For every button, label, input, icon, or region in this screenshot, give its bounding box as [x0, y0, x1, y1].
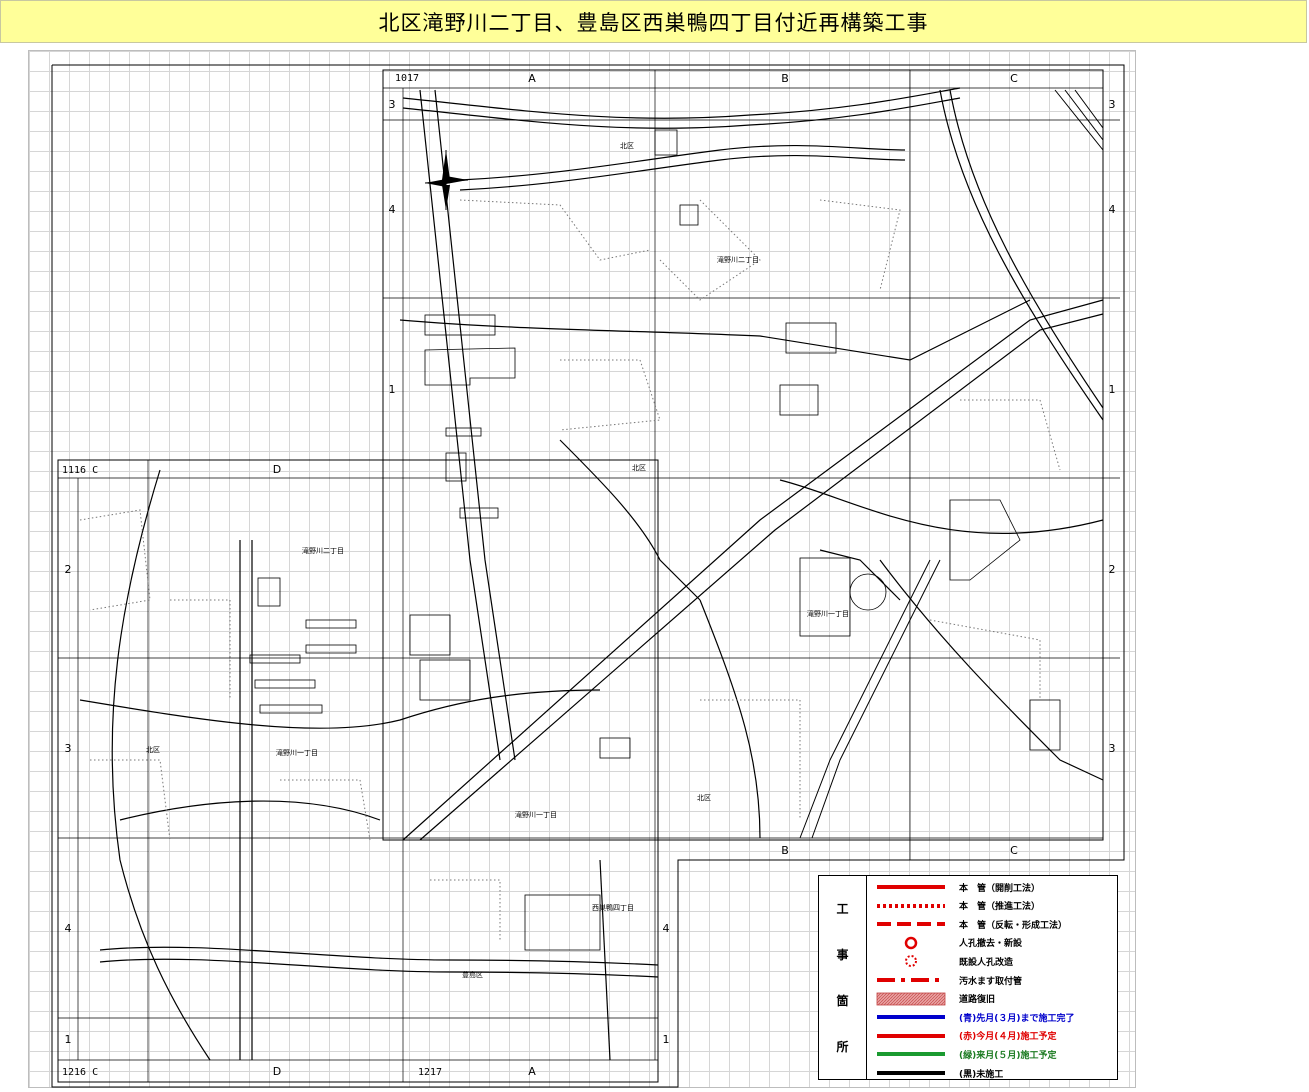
legend-item-label: 既設人孔改造 [959, 957, 1014, 968]
hatched-box-icon [875, 990, 947, 1008]
col-label-A: A [528, 72, 536, 85]
legend-item: (緑)来月(５月)施工予定 [869, 1045, 1115, 1063]
circle-solid-icon [875, 934, 947, 952]
col-label-D: D [273, 463, 281, 476]
place-label-nishisugamo4: 西巣鴨四丁目 [592, 903, 634, 912]
col-label-B-bottom: B [781, 844, 789, 857]
solid-red-icon [875, 1027, 947, 1045]
row-label-1-left: 1 [389, 383, 396, 396]
row-label-3b-right: 3 [1109, 742, 1116, 755]
col-label-B: B [781, 72, 789, 85]
legend-item-label: (赤)今月(４月)施工予定 [959, 1032, 1057, 1043]
legend-item: 汚水ます取付管 [869, 971, 1115, 989]
legend-item: (青)先月(３月)まで施工完了 [869, 1008, 1115, 1026]
place-label-takinogawa1: 滝野川一丁目 [276, 748, 318, 757]
legend-item-label: 汚水ます取付管 [959, 976, 1023, 987]
legend-item-label: 本 管（反転・形成工法） [959, 920, 1068, 931]
row-label-4-right: 4 [1109, 203, 1116, 216]
row-label-2-right: 2 [1109, 563, 1116, 576]
legend-item: (赤)今月(４月)施工予定 [869, 1027, 1115, 1045]
row-label-1-right: 1 [1109, 383, 1116, 396]
col-label-C-bottom: C [1010, 844, 1018, 857]
sheet-label-upper: 1017 [395, 73, 419, 84]
legend-heading-1: 工 [836, 902, 849, 917]
legend-item-label: 人孔撤去・新設 [959, 939, 1023, 950]
place-label-takinogawa2: 滝野川二丁目 [717, 255, 759, 264]
parcel-lines [79, 199, 1061, 940]
col-label-C: C [1010, 72, 1018, 85]
row-label-3-left: 3 [389, 98, 396, 111]
sheet-label-lower-left: 1116 C [62, 465, 98, 476]
col-label-D-bottom: D [273, 1065, 281, 1078]
legend-item: 人孔撤去・新設 [869, 934, 1115, 952]
legend-item-label: 本 管（推進工法） [959, 902, 1041, 913]
legend-item-label: 道路復旧 [959, 995, 996, 1006]
solid-black-icon [875, 1064, 947, 1082]
legend-item: 本 管（推進工法） [869, 897, 1115, 915]
legend-item: 道路復旧 [869, 990, 1115, 1008]
row-label-4b-right: 4 [663, 922, 670, 935]
dotted-red-icon [875, 897, 947, 915]
place-label-kita-1: 北区 [620, 142, 634, 150]
place-label-takinogawa1-c: 滝野川一丁目 [515, 810, 557, 819]
legend-item: 既設人孔改造 [869, 952, 1115, 970]
legend-item-label: (青)先月(３月)まで施工完了 [959, 1013, 1075, 1024]
legend-heading: 工 事 箇 所 [819, 876, 867, 1079]
sheet-label-bottom-mid: 1217 [418, 1067, 442, 1078]
legend-item: 本 管（反転・形成工法） [869, 915, 1115, 933]
legend-item-label: (黒)未施工 [959, 1069, 1004, 1080]
legend-item: 本 管（開削工法） [869, 878, 1115, 896]
dashed-red-icon [875, 915, 947, 933]
row-label-3b-left: 3 [65, 742, 72, 755]
row-label-1b-left: 1 [65, 1033, 72, 1046]
legend-rows: 本 管（開削工法） 本 管（推進工法） 本 管（反転・形成工法） 人孔撤去・新設 既設人… [869, 878, 1115, 1080]
circle-dotted-icon [875, 952, 947, 970]
solid-blue-icon [875, 1008, 947, 1026]
place-label-toshima: 豊島区 [462, 970, 483, 979]
place-label-kita-2: 北区 [632, 464, 646, 472]
legend: 工 事 箇 所 本 管（開削工法） 本 管（推進工法） 本 管（反転・形成工法） 人孔… [818, 875, 1118, 1080]
sheet-label-bottom-left: 1216 C [62, 1067, 98, 1078]
row-label-3-right: 3 [1109, 98, 1116, 111]
legend-heading-2: 事 [836, 948, 849, 963]
row-label-4-left: 4 [389, 203, 396, 216]
dashdot-red-icon [875, 971, 947, 989]
place-label-kita-4: 北区 [697, 794, 711, 802]
legend-heading-4: 所 [836, 1039, 849, 1054]
solid-green-icon [875, 1045, 947, 1063]
row-label-4b-left: 4 [65, 922, 72, 935]
col-label-A-bottom: A [528, 1065, 536, 1078]
row-label-2-left: 2 [65, 563, 72, 576]
place-label-takinogawa1-b: 滝野川一丁目 [807, 609, 849, 618]
place-label-kita-3: 北区 [146, 746, 160, 754]
solid-red-icon [875, 878, 947, 896]
legend-item-label: 本 管（開削工法） [959, 883, 1041, 894]
row-label-1b-right: 1 [663, 1033, 670, 1046]
railway [799, 89, 1104, 839]
legend-item: (黒)未施工 [869, 1064, 1115, 1082]
legend-heading-3: 箇 [836, 993, 849, 1008]
legend-item-label: (緑)来月(５月)施工予定 [959, 1050, 1057, 1061]
place-label-takinogawa2-b: 滝野川二丁目 [302, 546, 344, 555]
